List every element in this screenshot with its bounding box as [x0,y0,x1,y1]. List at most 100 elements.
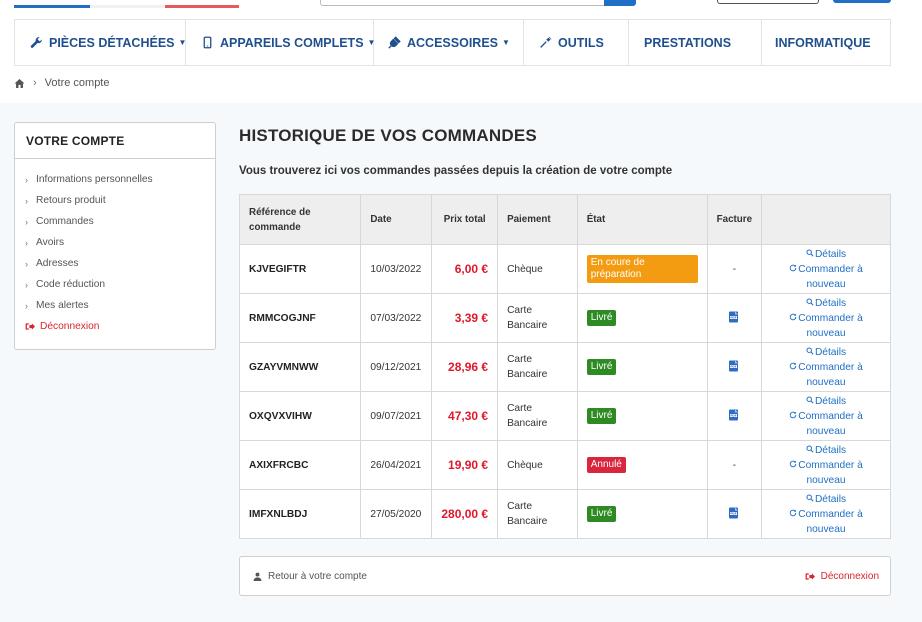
order-invoice: - [706,244,763,294]
order-reference[interactable]: GZAYVMNWW [238,342,362,392]
order-date: 09/12/2021 [360,342,433,392]
reorder-link[interactable]: Commander à nouveau [771,311,881,341]
table-row: KJVEGIFTR 10/03/2022 6,00 € Chèque En co… [238,244,891,294]
order-date: 09/07/2021 [360,391,433,441]
reorder-link[interactable]: Commander à nouveau [771,458,881,488]
sidebar-item-label: Informations personnelles [36,174,153,185]
footer-logout-label: Déconnexion [820,571,879,582]
chevron-down-icon: ▼ [502,38,510,47]
pdf-icon[interactable]: PDF [728,409,740,421]
payment-label: Bancaire [507,516,548,527]
reorder-link[interactable]: Commander à nouveau [771,409,881,439]
sidebar-item-retours-produit[interactable]: › Retours produit [15,190,215,211]
details-label: Détails [814,395,847,407]
nav-item-appareils-complets[interactable]: APPAREILS COMPLETS ▼ [186,20,375,65]
breadcrumb-separator: › [33,77,37,89]
sidebar-item-adresses[interactable]: › Adresses [15,253,215,274]
details-link[interactable]: Détails [771,492,881,507]
sidebar-item-mes-alertes[interactable]: › Mes alertes [15,295,215,316]
order-actions: Détails Commander à nouveau [761,342,891,392]
details-link[interactable]: Détails [771,296,881,311]
sidebar-item-logout[interactable]: Déconnexion [15,316,215,337]
order-reference[interactable]: OXQVXVIHW [238,391,362,441]
nav-item-outils[interactable]: OUTILS [524,20,629,65]
order-payment: Carte Bancaire [497,293,578,343]
wrench-icon [30,36,43,49]
logout-icon [805,572,815,581]
search-button[interactable] [604,0,636,6]
account-button[interactable] [717,0,819,4]
sidebar-item-code-reduction[interactable]: › Code réduction [15,274,215,295]
pdf-icon[interactable]: PDF [728,507,740,519]
col-header-status: État [576,194,708,245]
sidebar-item-label: Adresses [36,258,79,269]
nav-label: PRESTATIONS [644,35,732,50]
chevron-right-icon: › [25,195,28,206]
plug-icon [388,36,401,49]
payment-label: Bancaire [507,369,548,380]
orders-table: Référence de commande Date Prix total Pai… [238,194,891,539]
flag-stripe-red [165,5,239,8]
chevron-right-icon: › [25,279,28,290]
order-actions: Détails Commander à nouveau [761,440,891,490]
details-label: Détails [814,248,847,260]
col-header-actions [761,194,891,245]
sidebar-item-label: Avoirs [36,237,65,248]
search-icon [806,492,814,502]
table-row: AXIXFRCBC 26/04/2021 19,90 € Chèque Annu… [238,440,891,490]
search-input[interactable] [320,0,606,6]
order-reference[interactable]: AXIXFRCBC [238,440,362,490]
sidebar-item-label: Commandes [36,216,94,227]
payment-label: Bancaire [507,418,548,429]
col-header-payment: Paiement [497,194,578,245]
details-link[interactable]: Détails [771,443,881,458]
order-date: 07/03/2022 [360,293,433,343]
pdf-icon[interactable]: PDF [728,311,740,323]
table-row: OXQVXVIHW 09/07/2021 47,30 € Carte Bancai… [238,391,891,441]
order-status: Livré [576,342,708,392]
reorder-link[interactable]: Commander à nouveau [771,360,881,390]
phone-icon [201,36,214,49]
chevron-right-icon: › [25,216,28,227]
table-row: IMFXNLBDJ 27/05/2020 280,00 € Carte Banca… [238,489,891,539]
order-reference[interactable]: RMMCOGJNF [238,293,362,343]
payment-label: Carte [507,501,532,512]
refresh-icon [789,409,797,418]
order-invoice: PDF [706,293,763,343]
order-actions: Détails Commander à nouveau [761,489,891,539]
pdf-icon[interactable]: PDF [728,360,740,372]
nav-label: INFORMATIQUE [775,35,871,50]
reorder-link[interactable]: Commander à nouveau [771,262,881,292]
footer-logout-link[interactable]: Déconnexion [805,571,879,582]
col-header-total: Prix total [431,194,499,245]
sidebar-item-commandes[interactable]: › Commandes [15,211,215,232]
chevron-right-icon: › [25,237,28,248]
nav-item-informatique[interactable]: INFORMATIQUE [762,20,890,65]
order-status: Livré [576,293,708,343]
nav-item-prestations[interactable]: PRESTATIONS [629,20,762,65]
order-actions: Détails Commander à nouveau [761,293,891,343]
col-header-date: Date [360,194,433,245]
order-date: 26/04/2021 [360,440,433,490]
order-payment: Carte Bancaire [497,342,578,392]
order-total: 47,30 € [431,391,499,441]
back-to-account-link[interactable]: Retour à votre compte [253,571,367,582]
nav-item-accessoires[interactable]: ACCESSOIRES ▼ [374,20,524,65]
order-status: Livré [576,391,708,441]
breadcrumb-current: Votre compte [44,77,110,89]
home-icon[interactable] [14,78,25,89]
nav-item-pieces-detachees[interactable]: PIÈCES DÉTACHÉES ▼ [15,20,186,65]
reorder-link[interactable]: Commander à nouveau [771,507,881,537]
order-payment: Chèque [497,244,578,294]
details-link[interactable]: Détails [771,345,881,360]
details-link[interactable]: Détails [771,394,881,409]
screwdriver-icon [539,36,552,49]
order-reference[interactable]: IMFXNLBDJ [238,489,362,539]
sidebar-item-avoirs[interactable]: › Avoirs [15,232,215,253]
cart-button[interactable] [833,0,891,3]
order-reference[interactable]: KJVEGIFTR [238,244,362,294]
sidebar-item-informations-personnelles[interactable]: › Informations personnelles [15,169,215,190]
reorder-label: Commander à nouveau [798,312,863,339]
flag-stripe-white [90,5,165,8]
details-link[interactable]: Détails [771,247,881,262]
